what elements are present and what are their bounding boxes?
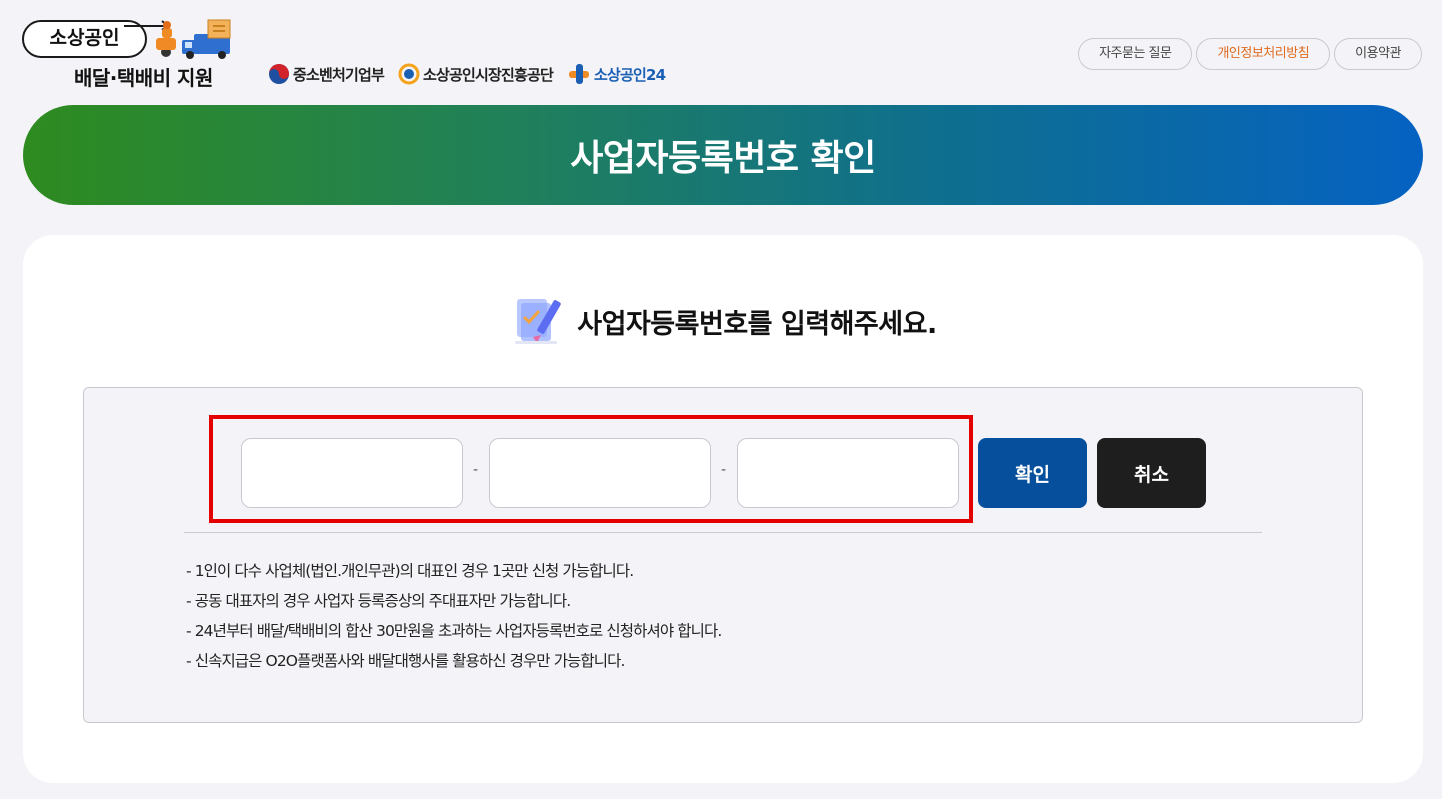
taegeuk-icon: [269, 64, 289, 84]
input-panel: - - 확인 취소 - 1인이 다수 사업체(법인.개인무관)의 대표인 경우 …: [83, 387, 1363, 723]
partner-semas[interactable]: 소상공인시장진흥공단: [398, 63, 554, 85]
edit-checklist-icon: [515, 299, 562, 344]
semas-logo-icon: [398, 63, 420, 85]
confirm-button[interactable]: 확인: [978, 438, 1087, 508]
biz-number-part2-input[interactable]: [489, 438, 711, 508]
form-prompt: 사업자등록번호를 입력해주세요.: [577, 308, 937, 340]
page-title: 사업자등록번호 확인: [570, 138, 876, 179]
cancel-button[interactable]: 취소: [1097, 438, 1206, 508]
site-header: 소상공인 배달·택배비 지원 중소벤처기업부 소상공인시장진흥공단 소상공인24…: [0, 0, 1442, 100]
title-banner: 사업자등록번호 확인: [23, 105, 1423, 205]
prompt-row: 사업자등록번호를 입력해주세요.: [23, 293, 1423, 349]
note-item: - 신속지급은 O2O플랫폼사와 배달대행사를 활용하신 경우만 가능합니다.: [186, 652, 625, 670]
partner-mss-label: 중소벤처기업부: [293, 65, 385, 84]
delivery-truck-icon: [156, 19, 231, 59]
partner-sbiz24-label: 소상공인24: [594, 65, 666, 84]
note-item: - 1인이 다수 사업체(법인.개인무관)의 대표인 경우 1곳만 신청 가능합…: [186, 562, 634, 580]
note-item: - 24년부터 배달/택배비의 합산 30만원을 초과하는 사업자등록번호로 신…: [186, 622, 722, 640]
main-card: 사업자등록번호를 입력해주세요. - - 확인 취소 - 1인이 다수 사업체(…: [23, 235, 1423, 783]
divider: [184, 532, 1262, 533]
biz-number-part1-input[interactable]: [241, 438, 463, 508]
site-logo[interactable]: 소상공인 배달·택배비 지원: [22, 18, 250, 90]
logo-sub-text: 배달·택배비 지원: [74, 66, 213, 90]
top-links: 자주묻는 질문 개인정보처리방침 이용약관: [1078, 38, 1422, 70]
privacy-policy-link[interactable]: 개인정보처리방침: [1196, 38, 1331, 70]
separator-dash: -: [721, 462, 727, 478]
biz-number-part3-input[interactable]: [737, 438, 959, 508]
partner-sbiz24[interactable]: 소상공인24: [567, 63, 666, 85]
note-item: - 공동 대표자의 경우 사업자 등록증상의 주대표자만 가능합니다.: [186, 592, 571, 610]
partner-mss[interactable]: 중소벤처기업부: [268, 63, 385, 85]
faq-link[interactable]: 자주묻는 질문: [1078, 38, 1193, 70]
separator-dash: -: [473, 462, 479, 478]
notes-list: - 1인이 다수 사업체(법인.개인무관)의 대표인 경우 1곳만 신청 가능합…: [186, 556, 722, 676]
partner-semas-label: 소상공인시장진흥공단: [423, 65, 554, 84]
sbiz24-logo-icon: [569, 64, 590, 84]
partner-logos: 중소벤처기업부 소상공인시장진흥공단 소상공인24: [268, 60, 666, 88]
terms-link[interactable]: 이용약관: [1334, 38, 1422, 70]
